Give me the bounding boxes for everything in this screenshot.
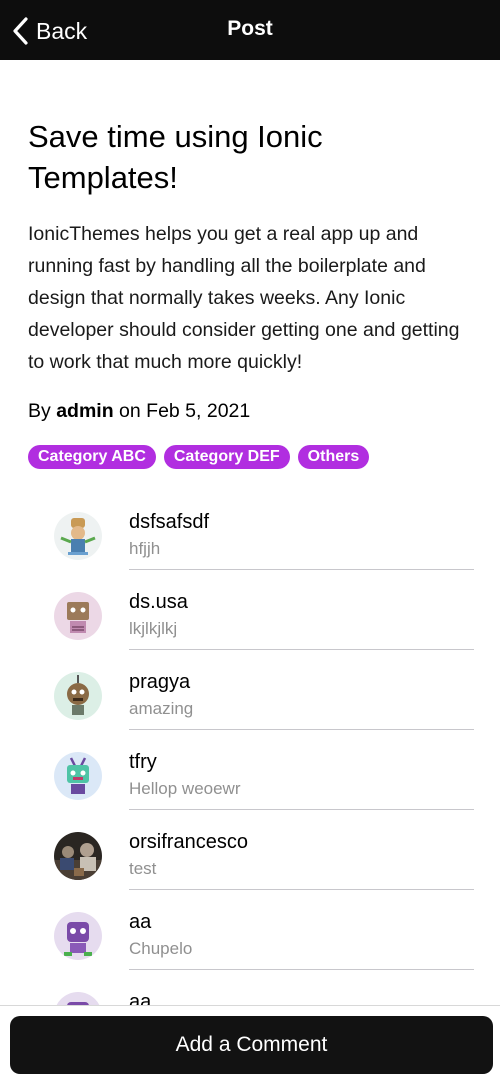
post-body: IonicThemes helps you get a real app up … xyxy=(28,223,460,373)
tag-others[interactable]: Others xyxy=(297,445,370,469)
comment-item[interactable]: orsifrancesco test xyxy=(0,810,500,890)
add-comment-button[interactable]: Add a Comment xyxy=(10,1016,493,1074)
tag-category-def[interactable]: Category DEF xyxy=(163,445,290,469)
comment-message: test xyxy=(129,859,157,878)
comment-author: ds.usa xyxy=(129,591,188,613)
comment-author: orsifrancesco xyxy=(129,831,248,853)
byline-prefix: By xyxy=(28,400,51,422)
robot-avatar-icon xyxy=(54,912,102,960)
comment-message: Hellop weoewr xyxy=(129,779,241,798)
app-header: Back Post xyxy=(0,0,500,60)
post-byline: By admin on Feb 5, 2021 xyxy=(28,400,250,423)
comment-text: aa xyxy=(129,990,474,1005)
comment-text: pragya amazing xyxy=(129,670,474,720)
comment-author: aa xyxy=(129,911,152,933)
comment-text: dsfsafsdf hfjjh xyxy=(129,510,474,560)
comment-item[interactable]: tfry Hellop weoewr xyxy=(0,730,500,810)
comment-text: tfry Hellop weoewr xyxy=(129,750,474,800)
photo-avatar-icon xyxy=(54,832,102,880)
comment-item[interactable]: ds.usa lkjlkjlkj xyxy=(0,570,500,650)
footer-bar: Add a Comment xyxy=(0,1005,500,1081)
tag-category-abc[interactable]: Category ABC xyxy=(28,445,156,469)
comment-item[interactable]: aa Chupelo xyxy=(0,890,500,970)
comment-list: dsfsafsdf hfjjh ds.usa lkjlkjlkj pragya … xyxy=(0,490,500,1005)
post-author[interactable]: admin xyxy=(56,400,113,422)
robot-avatar-icon xyxy=(54,992,102,1005)
comment-item[interactable]: aa xyxy=(0,970,500,1005)
comment-author: aa xyxy=(129,991,152,1005)
post-title: Save time using Ionic Templates! xyxy=(28,119,323,195)
comment-text: ds.usa lkjlkjlkj xyxy=(129,590,474,640)
comment-author: pragya xyxy=(129,671,191,693)
robot-avatar-icon xyxy=(54,672,102,720)
post-date: on Feb 5, 2021 xyxy=(119,400,251,422)
robot-avatar-icon xyxy=(54,512,102,560)
robot-avatar-icon xyxy=(54,592,102,640)
comment-message: amazing xyxy=(129,699,194,718)
comment-author: dsfsafsdf xyxy=(129,511,210,533)
page-title: Post xyxy=(227,17,273,40)
robot-avatar-icon xyxy=(54,752,102,800)
comment-item[interactable]: dsfsafsdf hfjjh xyxy=(0,490,500,570)
post-content[interactable]: Save time using Ionic Templates! IonicTh… xyxy=(0,60,500,1005)
comment-text: aa Chupelo xyxy=(129,910,474,960)
comment-message: Chupelo xyxy=(129,939,193,958)
comment-message: hfjjh xyxy=(129,539,161,558)
comment-author: tfry xyxy=(129,751,157,773)
comment-text: orsifrancesco test xyxy=(129,830,474,880)
comment-item[interactable]: pragya amazing xyxy=(0,650,500,730)
category-tags: Category ABC Category DEF Others xyxy=(28,445,370,469)
comment-message: lkjlkjlkj xyxy=(129,619,178,638)
